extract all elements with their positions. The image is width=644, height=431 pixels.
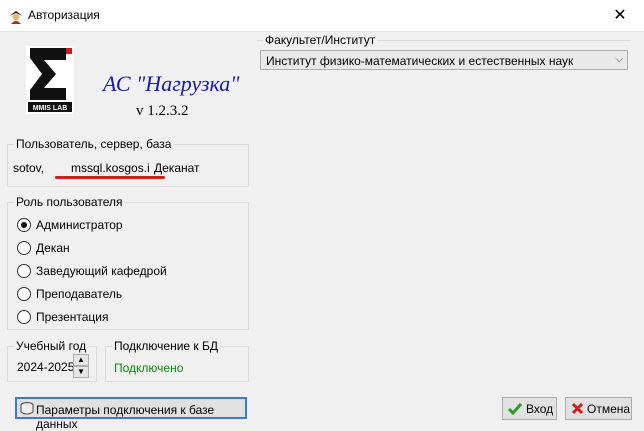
connection-user: sotov, [13, 161, 45, 175]
role-label-head[interactable]: Заведующий кафедрой [36, 264, 167, 278]
app-name: АС "Нагрузка" [103, 71, 240, 96]
connection-database: Деканат [154, 161, 200, 175]
enter-button[interactable]: Вход [502, 397, 557, 420]
role-label-presentation[interactable]: Презентация [36, 310, 109, 324]
role-radio-dean[interactable] [17, 241, 31, 255]
checkmark-icon [508, 403, 522, 415]
logo-text: MMIS LAB [33, 105, 68, 112]
cancel-label: Отмена [587, 402, 631, 416]
cancel-button[interactable]: Отмена [565, 397, 632, 420]
app-icon [9, 11, 23, 24]
year-legend: Учебный год [14, 339, 89, 353]
connection-params-button[interactable]: Параметры подключения к базе данных [15, 397, 247, 431]
connection-server: mssql.kosgos.i [71, 161, 150, 175]
role-legend: Роль пользователя [14, 195, 125, 209]
db-status-value: Подключено [114, 361, 184, 375]
connection-params-label: Параметры подключения к базе данных [36, 403, 215, 431]
chevron-down-icon: ⌵ [615, 54, 623, 65]
redaction-underline [55, 176, 165, 179]
cross-icon [571, 402, 584, 415]
faculty-select-value: Институт физико-математических и естеств… [266, 54, 574, 68]
role-label-admin[interactable]: Администратор [36, 218, 123, 232]
year-down-button[interactable]: ▼ [73, 366, 89, 378]
database-icon [20, 402, 34, 415]
app-version: v 1.2.3.2 [136, 103, 189, 119]
role-radio-head[interactable] [17, 264, 31, 278]
role-radio-admin[interactable] [17, 218, 31, 232]
faculty-select[interactable]: Институт физико-математических и естеств… [260, 50, 628, 70]
year-up-button[interactable]: ▲ [73, 354, 89, 366]
role-label-teacher[interactable]: Преподаватель [36, 287, 122, 301]
role-radio-presentation[interactable] [17, 310, 31, 324]
connection-legend: Пользователь, сервер, база [14, 137, 174, 151]
mmis-lab-logo: MMIS LAB [26, 46, 74, 114]
faculty-legend: Факультет/Институт [263, 33, 378, 47]
role-radio-teacher[interactable] [17, 287, 31, 301]
enter-label: Вход [526, 402, 554, 416]
title-bar: Авторизация ✕ [0, 0, 644, 32]
window-title: Авторизация [28, 8, 100, 22]
role-label-dean[interactable]: Декан [36, 241, 70, 255]
year-value[interactable]: 2024-2025 [17, 360, 74, 374]
close-button[interactable]: ✕ [600, 2, 640, 29]
db-status-legend: Подключение к БД [112, 339, 221, 353]
